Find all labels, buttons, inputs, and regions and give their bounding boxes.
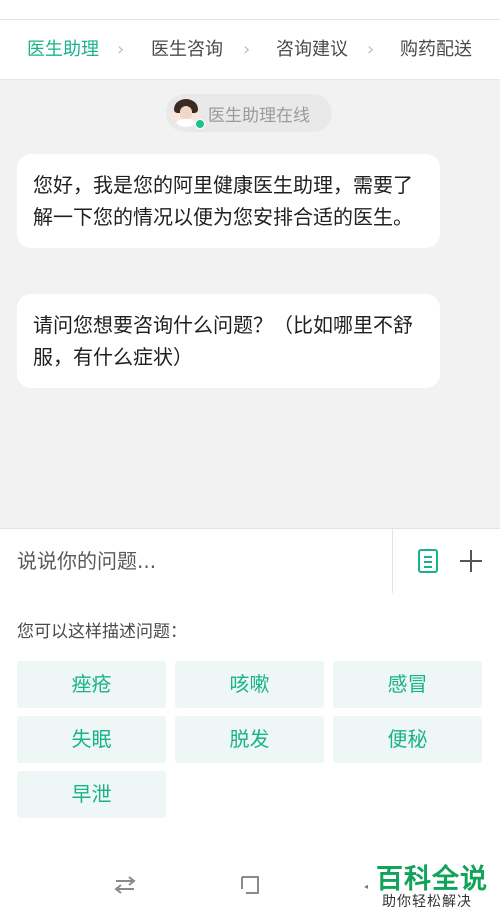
chat-area[interactable]: 医生助理在线 您好，我是您的阿里健康医生助理，需要了解一下您的情况以便为您安排合… xyxy=(0,80,500,528)
divider xyxy=(392,529,393,593)
step-doctor-assistant[interactable]: 医生助理 xyxy=(27,20,99,79)
assistant-message: 请问您想要咨询什么问题？（比如哪里不舒服，有什么症状） xyxy=(17,294,440,388)
consult-steps: 医生助理 › 医生咨询 › 咨询建议 › 购药配送 xyxy=(0,20,500,80)
chevron-right-icon: › xyxy=(367,39,375,60)
watermark-slogan: 助你轻松解决 xyxy=(382,894,472,910)
plus-icon[interactable] xyxy=(457,547,485,575)
home-square-icon[interactable] xyxy=(238,873,262,897)
step-doctor-consult[interactable]: 医生咨询 xyxy=(151,20,223,79)
message-input[interactable]: 说说你的问题... xyxy=(17,529,156,593)
suggestion-chip[interactable]: 便秘 xyxy=(333,716,482,763)
bullet-icon: ◂ xyxy=(364,882,369,891)
assistant-message: 您好，我是您的阿里健康医生助理，需要了解一下您的情况以便为您安排合适的医生。 xyxy=(17,154,440,248)
assistant-online-badge: 医生助理在线 xyxy=(166,94,332,132)
chevron-right-icon: › xyxy=(243,39,251,60)
step-consult-advice[interactable]: 咨询建议 xyxy=(276,20,348,79)
switch-arrows-icon[interactable] xyxy=(113,873,137,897)
step-medicine-delivery[interactable]: 购药配送 xyxy=(400,20,472,79)
suggestion-chip[interactable]: 咳嗽 xyxy=(175,661,324,708)
suggestion-chip[interactable]: 失眠 xyxy=(17,716,166,763)
message-input-bar: 说说你的问题... xyxy=(0,528,500,594)
watermark-logo: ◂ 百科全说 助你轻松解决 xyxy=(364,857,500,919)
suggestion-chip[interactable]: 脱发 xyxy=(175,716,324,763)
online-status-text: 医生助理在线 xyxy=(208,105,310,126)
suggestion-chip[interactable]: 感冒 xyxy=(333,661,482,708)
status-bar xyxy=(0,0,500,20)
chevron-right-icon: › xyxy=(117,39,125,60)
document-icon[interactable] xyxy=(414,547,442,575)
online-status-dot xyxy=(195,119,205,129)
suggestion-chip[interactable]: 痤疮 xyxy=(17,661,166,708)
suggestion-chip[interactable]: 早泄 xyxy=(17,771,166,818)
suggestion-panel: 您可以这样描述问题： 痤疮 咳嗽 感冒 失眠 脱发 便秘 早泄 xyxy=(0,593,500,833)
suggestion-title: 您可以这样描述问题： xyxy=(17,622,187,642)
